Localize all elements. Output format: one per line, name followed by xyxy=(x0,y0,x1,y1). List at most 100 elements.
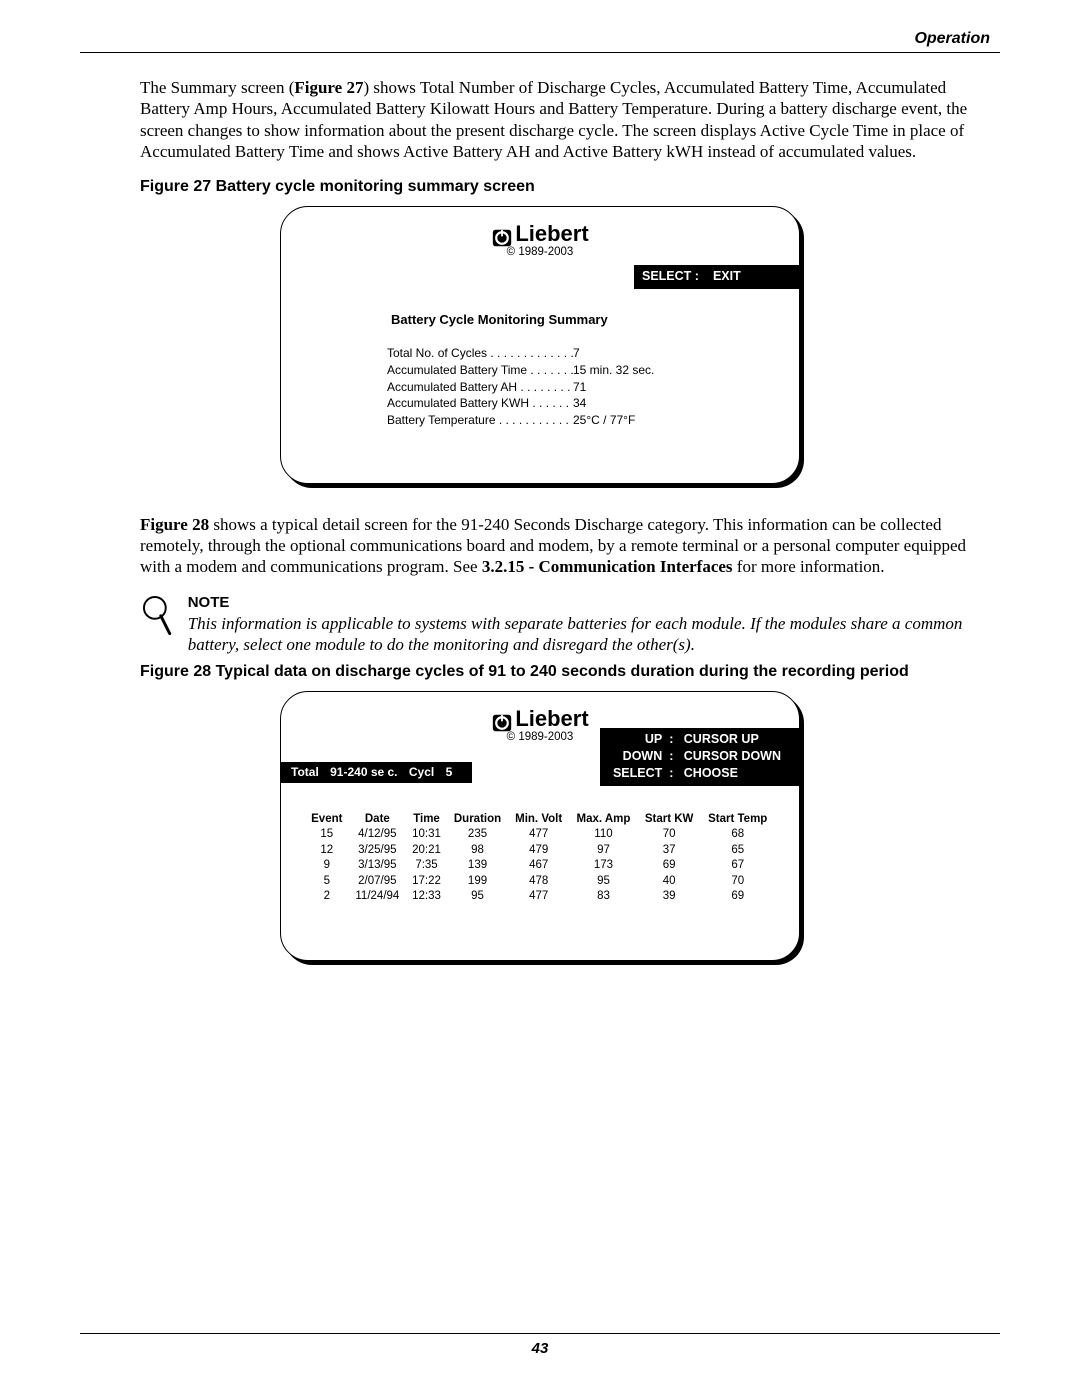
col-time: Time xyxy=(406,813,447,827)
cell: 68 xyxy=(700,827,775,843)
status-bar: Total 91-240 se c. Cycl 5 xyxy=(281,762,472,783)
spec-row: Accumulated Battery AH . . . . . . . .71 xyxy=(387,379,735,396)
note-content: NOTE This information is applicable to s… xyxy=(188,594,1000,656)
para2-text-c: for more information. xyxy=(733,557,885,576)
note-block: NOTE This information is applicable to s… xyxy=(80,594,1000,656)
figure-27-screen: Liebert © 1989-2003 SELECT : EXIT Batter… xyxy=(280,206,800,484)
cell: 70 xyxy=(700,874,775,890)
spec-value: 71 xyxy=(573,379,735,396)
screen27-title: Battery Cycle Monitoring Summary xyxy=(391,312,775,327)
liebert-logo-icon xyxy=(491,227,513,249)
cell: 95 xyxy=(447,889,508,905)
cell: 17:22 xyxy=(406,874,447,890)
spec-label: Battery Temperature . . . . . . . . . . … xyxy=(387,412,573,429)
cell: 7:35 xyxy=(406,858,447,874)
spec-label: Accumulated Battery Time . . . . . . . xyxy=(387,362,573,379)
page: Operation The Summary screen (Figure 27)… xyxy=(0,0,1080,1397)
header-rule xyxy=(80,52,1000,53)
cell: 65 xyxy=(700,843,775,859)
summary-paragraph: The Summary screen (Figure 27) shows Tot… xyxy=(80,77,1000,162)
note-body: This information is applicable to system… xyxy=(188,613,1000,656)
cell: 12 xyxy=(305,843,349,859)
screen-panel: Liebert © 1989-2003 UP : CURSOR UP DOWN … xyxy=(280,691,800,961)
footer: 43 xyxy=(80,1333,1000,1357)
cell: 477 xyxy=(508,827,569,843)
menu-up-label: UP xyxy=(608,731,662,748)
spec-value: 34 xyxy=(573,395,735,412)
page-number: 43 xyxy=(80,1340,1000,1357)
cell: 5 xyxy=(305,874,349,890)
spec-label: Accumulated Battery KWH . . . . . . . xyxy=(387,395,573,412)
figure-27-ref: Figure 27 xyxy=(294,78,363,97)
spec-row: Total No. of Cycles . . . . . . . . . . … xyxy=(387,345,735,362)
menu-down-label: DOWN xyxy=(608,748,662,765)
cell: 69 xyxy=(700,889,775,905)
menu-up-action: CURSOR UP xyxy=(684,732,759,746)
cell: 467 xyxy=(508,858,569,874)
brand-copyright: © 1989-2003 xyxy=(305,246,775,258)
cell: 2 xyxy=(305,889,349,905)
cell: 235 xyxy=(447,827,508,843)
cell: 3/13/95 xyxy=(349,858,407,874)
cell: 479 xyxy=(508,843,569,859)
cell: 9 xyxy=(305,858,349,874)
figure-27-caption: Figure 27 Battery cycle monitoring summa… xyxy=(80,178,1000,196)
status-range: 91-240 se c. xyxy=(330,765,397,779)
magnifier-icon xyxy=(140,594,174,642)
detail-paragraph: Figure 28 shows a typical detail screen … xyxy=(80,514,1000,578)
cell: 199 xyxy=(447,874,508,890)
cell: 20:21 xyxy=(406,843,447,859)
footer-rule xyxy=(80,1333,1000,1334)
header-section-label: Operation xyxy=(80,30,1000,48)
col-duration: Duration xyxy=(447,813,508,827)
col-date: Date xyxy=(349,813,407,827)
cell: 173 xyxy=(569,858,638,874)
brand-name: Liebert xyxy=(515,706,588,732)
cell: 97 xyxy=(569,843,638,859)
spec-row: Battery Temperature . . . . . . . . . . … xyxy=(387,412,735,429)
spec-label: Accumulated Battery AH . . . . . . . . xyxy=(387,379,573,396)
table-row: 154/12/9510:312354771107068 xyxy=(305,827,775,843)
table-head: Event Date Time Duration Min. Volt Max. … xyxy=(305,813,775,827)
spec-value: 7 xyxy=(573,345,735,362)
cell: 110 xyxy=(569,827,638,843)
brand-row: Liebert xyxy=(305,221,775,247)
menu-bar: SELECT : EXIT xyxy=(634,265,799,289)
spec-value: 15 min. 32 sec. xyxy=(573,362,735,379)
col-event: Event xyxy=(305,813,349,827)
cell: 477 xyxy=(508,889,569,905)
table-body: 154/12/9510:312354771107068 123/25/9520:… xyxy=(305,827,775,905)
cell: 40 xyxy=(638,874,701,890)
cell: 95 xyxy=(569,874,638,890)
cell: 478 xyxy=(508,874,569,890)
para1-text-a: The Summary screen ( xyxy=(140,78,294,97)
cell: 37 xyxy=(638,843,701,859)
screen-panel: Liebert © 1989-2003 SELECT : EXIT Batter… xyxy=(280,206,800,484)
menu-select-action: CHOOSE xyxy=(684,766,738,780)
menu-select-label: SELECT : xyxy=(642,268,706,285)
figure-28-ref: Figure 28 xyxy=(140,515,209,534)
cell: 3/25/95 xyxy=(349,843,407,859)
cell: 4/12/95 xyxy=(349,827,407,843)
menu-bar: UP : CURSOR UP DOWN : CURSOR DOWN SELECT… xyxy=(600,728,799,786)
cell: 67 xyxy=(700,858,775,874)
cell: 11/24/94 xyxy=(349,889,407,905)
cell: 83 xyxy=(569,889,638,905)
liebert-logo-icon xyxy=(491,712,513,734)
table-row: 93/13/957:351394671736967 xyxy=(305,858,775,874)
screen27-specs: Total No. of Cycles . . . . . . . . . . … xyxy=(387,345,735,429)
cell: 2/07/95 xyxy=(349,874,407,890)
cell: 10:31 xyxy=(406,827,447,843)
col-start-temp: Start Temp xyxy=(700,813,775,827)
col-max-amp: Max. Amp xyxy=(569,813,638,827)
cell: 12:33 xyxy=(406,889,447,905)
menu-down-action: CURSOR DOWN xyxy=(684,749,781,763)
note-head: NOTE xyxy=(188,594,1000,611)
brand-name: Liebert xyxy=(515,221,588,247)
menu-select-label: SELECT xyxy=(608,765,662,782)
status-cycl-label: Cycl xyxy=(409,765,434,779)
col-min-volt: Min. Volt xyxy=(508,813,569,827)
table-row: 123/25/9520:2198479973765 xyxy=(305,843,775,859)
status-count: 5 xyxy=(446,765,453,779)
spec-value: 25°C / 77°F xyxy=(573,412,735,429)
